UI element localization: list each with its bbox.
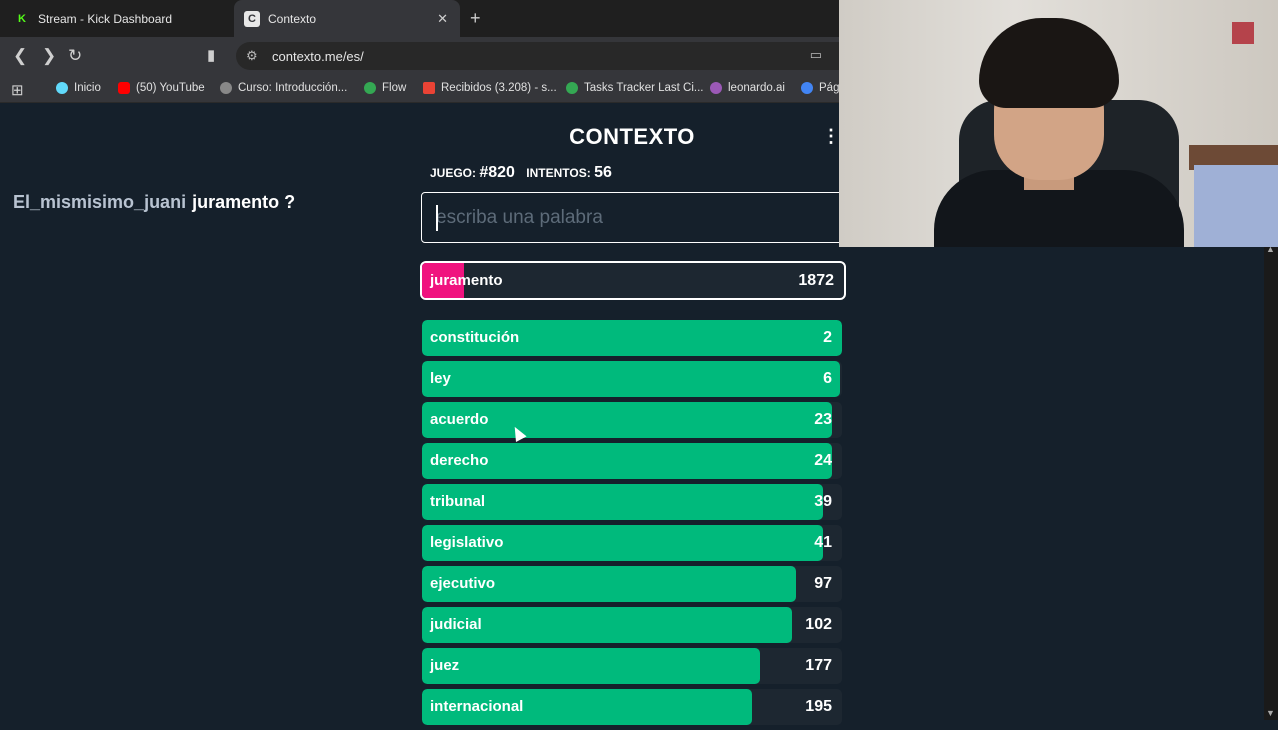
guess-rank: 41 <box>814 534 832 551</box>
forward-icon[interactable]: ❯ <box>42 46 56 66</box>
bookmarks-bar: ⊞ Inicio (50) YouTube Curso: Introducció… <box>0 75 840 103</box>
guess-word: constitución <box>430 329 520 346</box>
guess-word: legislativo <box>430 534 504 551</box>
guess-rank: 177 <box>805 657 832 674</box>
address-bar[interactable]: ⚙ contexto.me/es/ ▭ <box>236 42 840 70</box>
guess-row: ley 6 <box>422 361 842 397</box>
game-stats: JUEGO: #820 INTENTOS: 56 <box>430 164 620 182</box>
guess-fill <box>422 648 761 684</box>
guess-rank: 102 <box>805 616 832 633</box>
guess-row: legislativo 41 <box>422 525 842 561</box>
guess-row: tribunal 39 <box>422 484 842 520</box>
bookmark-pag[interactable]: Pág <box>801 82 839 94</box>
reload-icon[interactable]: ↻ <box>68 46 82 66</box>
juego-value: #820 <box>479 164 515 181</box>
text-caret <box>436 205 438 231</box>
tab-label: Contexto <box>268 11 317 26</box>
guess-row: acuerdo 23 <box>422 402 842 438</box>
youtube-icon <box>118 82 130 94</box>
webcam-bed <box>1194 165 1278 247</box>
guess-row: judicial 102 <box>422 607 842 643</box>
bookmark-icon[interactable]: ▮ <box>207 46 215 64</box>
scrollbar[interactable]: ▲ ▼ <box>1264 244 1278 720</box>
webcam-overlay <box>839 0 1278 247</box>
current-guess-rank: 1872 <box>798 272 834 289</box>
current-guess-word: juramento <box>430 272 503 289</box>
bookmark-gmail[interactable]: Recibidos (3.208) - s... <box>423 82 557 94</box>
browser-nav-bar: ❮ ❯ ↻ ▮ ⚙ contexto.me/es/ ▭ <box>0 37 840 75</box>
back-icon[interactable]: ❮ <box>13 46 27 66</box>
intentos-label: INTENTOS: <box>526 166 591 180</box>
guess-word: internacional <box>430 698 524 715</box>
bookmark-flow[interactable]: Flow <box>364 82 406 94</box>
bookmark-leonardo[interactable]: leonardo.ai <box>710 82 785 94</box>
cast-icon[interactable]: ▭ <box>810 47 822 63</box>
guess-word: juez <box>430 657 460 674</box>
guess-rank: 24 <box>814 452 832 469</box>
site-settings-icon[interactable]: ⚙ <box>246 48 258 64</box>
word-input[interactable] <box>422 193 844 242</box>
bookmark-inicio[interactable]: Inicio <box>56 82 101 94</box>
kick-icon: K <box>14 10 30 27</box>
tab-contexto[interactable]: C Contexto ✕ <box>234 0 460 37</box>
chat-overlay: El_mismisimo_juani juramento ? <box>13 192 295 213</box>
tab-kick-dashboard[interactable]: K Stream - Kick Dashboard <box>0 0 232 37</box>
close-icon[interactable]: ✕ <box>437 11 448 27</box>
intentos-value: 56 <box>594 164 612 181</box>
current-guess: juramento 1872 <box>420 261 846 300</box>
menu-icon[interactable]: ⋮ <box>822 126 840 147</box>
guess-word: ejecutivo <box>430 575 496 592</box>
page-icon <box>801 82 813 94</box>
page-title: CONTEXTO <box>569 124 695 149</box>
react-icon <box>56 82 68 94</box>
new-tab-button[interactable]: + <box>470 8 481 29</box>
bookmark-tasks-tracker[interactable]: Tasks Tracker Last Ci... <box>566 82 704 94</box>
guess-rank: 23 <box>814 411 832 428</box>
word-input-box[interactable] <box>421 192 845 243</box>
course-icon <box>220 82 232 94</box>
browser-tab-bar: K Stream - Kick Dashboard C Contexto ✕ + <box>0 0 840 37</box>
check-icon <box>566 82 578 94</box>
url-text: contexto.me/es/ <box>272 49 364 64</box>
guess-rank: 2 <box>823 329 832 346</box>
leonardo-icon <box>710 82 722 94</box>
guess-word: derecho <box>430 452 489 469</box>
guess-row: constitución 2 <box>422 320 842 356</box>
tab-label: Stream - Kick Dashboard <box>38 11 173 26</box>
guess-word: judicial <box>430 616 482 633</box>
chat-username: El_mismisimo_juani <box>13 192 187 212</box>
guess-row: juez 177 <box>422 648 842 684</box>
guess-rank: 39 <box>814 493 832 510</box>
guess-word: ley <box>430 370 451 387</box>
bookmark-youtube[interactable]: (50) YouTube <box>118 82 205 94</box>
guess-word: acuerdo <box>430 411 489 428</box>
guess-rank: 97 <box>814 575 832 592</box>
contexto-icon: C <box>244 10 260 27</box>
flow-icon <box>364 82 376 94</box>
guess-row: derecho 24 <box>422 443 842 479</box>
guess-rank: 6 <box>823 370 832 387</box>
guess-rank: 195 <box>805 698 832 715</box>
apps-grid-icon[interactable]: ⊞ <box>11 81 24 99</box>
guess-word: tribunal <box>430 493 485 510</box>
guess-list: constitución 2 ley 6 acuerdo 23 derecho 24 tribu… <box>422 320 842 730</box>
juego-label: JUEGO: <box>430 166 477 180</box>
chat-message: juramento ? <box>192 192 296 212</box>
guess-row: ejecutivo 97 <box>422 566 842 602</box>
gmail-icon <box>423 82 435 94</box>
bookmark-curso[interactable]: Curso: Introducción... <box>220 82 347 94</box>
scroll-down-icon[interactable]: ▼ <box>1266 708 1275 718</box>
webcam-wall-sign <box>1232 22 1254 44</box>
guess-fill <box>422 361 840 397</box>
